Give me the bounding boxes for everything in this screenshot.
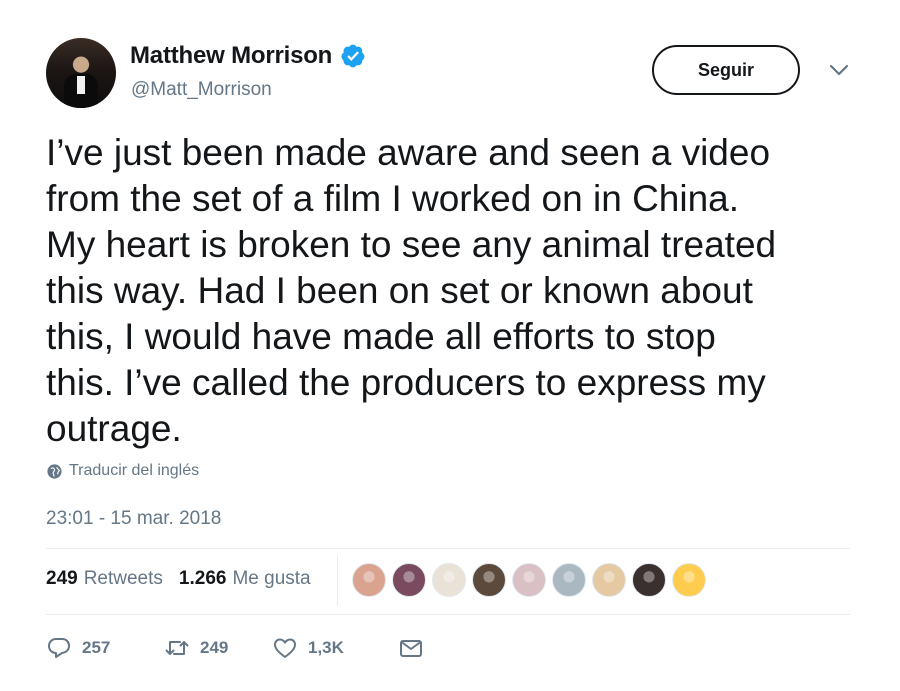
translate-label: Traducir del inglés: [69, 462, 200, 479]
reply-icon: [48, 638, 70, 658]
reply-button[interactable]: 257: [46, 636, 164, 660]
tweet-card: Matthew Morrison @Matt_Morrison Seguir I…: [0, 0, 900, 691]
reply-count: 257: [82, 638, 111, 657]
direct-message-button[interactable]: [398, 636, 434, 660]
tweet-text-line: outrage.: [46, 408, 182, 449]
liker-avatar[interactable]: [592, 563, 626, 597]
likes-count: 1.266: [178, 568, 227, 589]
liker-avatars: [352, 563, 712, 597]
liker-avatar[interactable]: [472, 563, 506, 597]
envelope-icon: [400, 640, 422, 657]
tweet-text: I’ve just been made aware and seen a vid…: [46, 130, 866, 452]
retweets-count: 249: [46, 568, 78, 589]
liker-avatar[interactable]: [552, 563, 586, 597]
like-count: 1,3K: [308, 638, 344, 657]
liker-avatar[interactable]: [632, 563, 666, 597]
likes-label: Me gusta: [232, 568, 311, 589]
likes-stat[interactable]: 1.266 Me gusta: [179, 568, 311, 590]
verified-badge-icon: [341, 44, 365, 68]
tweet-text-line: this way. Had I been on set or known abo…: [46, 270, 753, 311]
avatar-shirt: [77, 76, 85, 94]
tweet-text-line: from the set of a film I worked on in Ch…: [46, 178, 740, 219]
tweet-timestamp[interactable]: 23:01 - 15 mar. 2018: [46, 508, 221, 530]
liker-avatar[interactable]: [392, 563, 426, 597]
author-name-row: Matthew Morrison: [130, 42, 366, 70]
tweet-actions: 257 249 1,3K: [46, 636, 434, 660]
author-avatar[interactable]: [46, 38, 116, 108]
translate-link[interactable]: Traducir del inglés: [46, 462, 199, 480]
tweet-text-line: this, I would have made all efforts to s…: [46, 316, 716, 357]
follow-button[interactable]: Seguir: [652, 45, 800, 95]
author-display-name[interactable]: Matthew Morrison: [130, 42, 332, 70]
liker-avatar[interactable]: [432, 563, 466, 597]
divider: [46, 548, 850, 549]
liker-avatar[interactable]: [672, 563, 706, 597]
chevron-down-icon[interactable]: [828, 63, 850, 77]
tweet-text-line: I’ve just been made aware and seen a vid…: [46, 132, 771, 173]
tweet-text-line: this. I’ve called the producers to expre…: [46, 362, 766, 403]
author-handle[interactable]: @Matt_Morrison: [131, 79, 272, 101]
tweet-text-line: My heart is broken to see any animal tre…: [46, 224, 777, 265]
retweet-button[interactable]: 249: [164, 636, 272, 660]
like-button[interactable]: 1,3K: [272, 636, 398, 660]
divider: [46, 614, 850, 615]
stats-divider: [337, 556, 338, 606]
liker-avatar[interactable]: [352, 563, 386, 597]
globe-icon: [47, 463, 62, 479]
retweets-label: Retweets: [83, 568, 163, 589]
retweet-count: 249: [200, 638, 229, 657]
heart-icon: [274, 638, 296, 658]
retweets-stat[interactable]: 249 Retweets: [46, 568, 163, 590]
retweet-icon: [165, 641, 189, 655]
liker-avatar[interactable]: [512, 563, 546, 597]
tweet-stats: 249 Retweets 1.266 Me gusta: [46, 568, 327, 590]
